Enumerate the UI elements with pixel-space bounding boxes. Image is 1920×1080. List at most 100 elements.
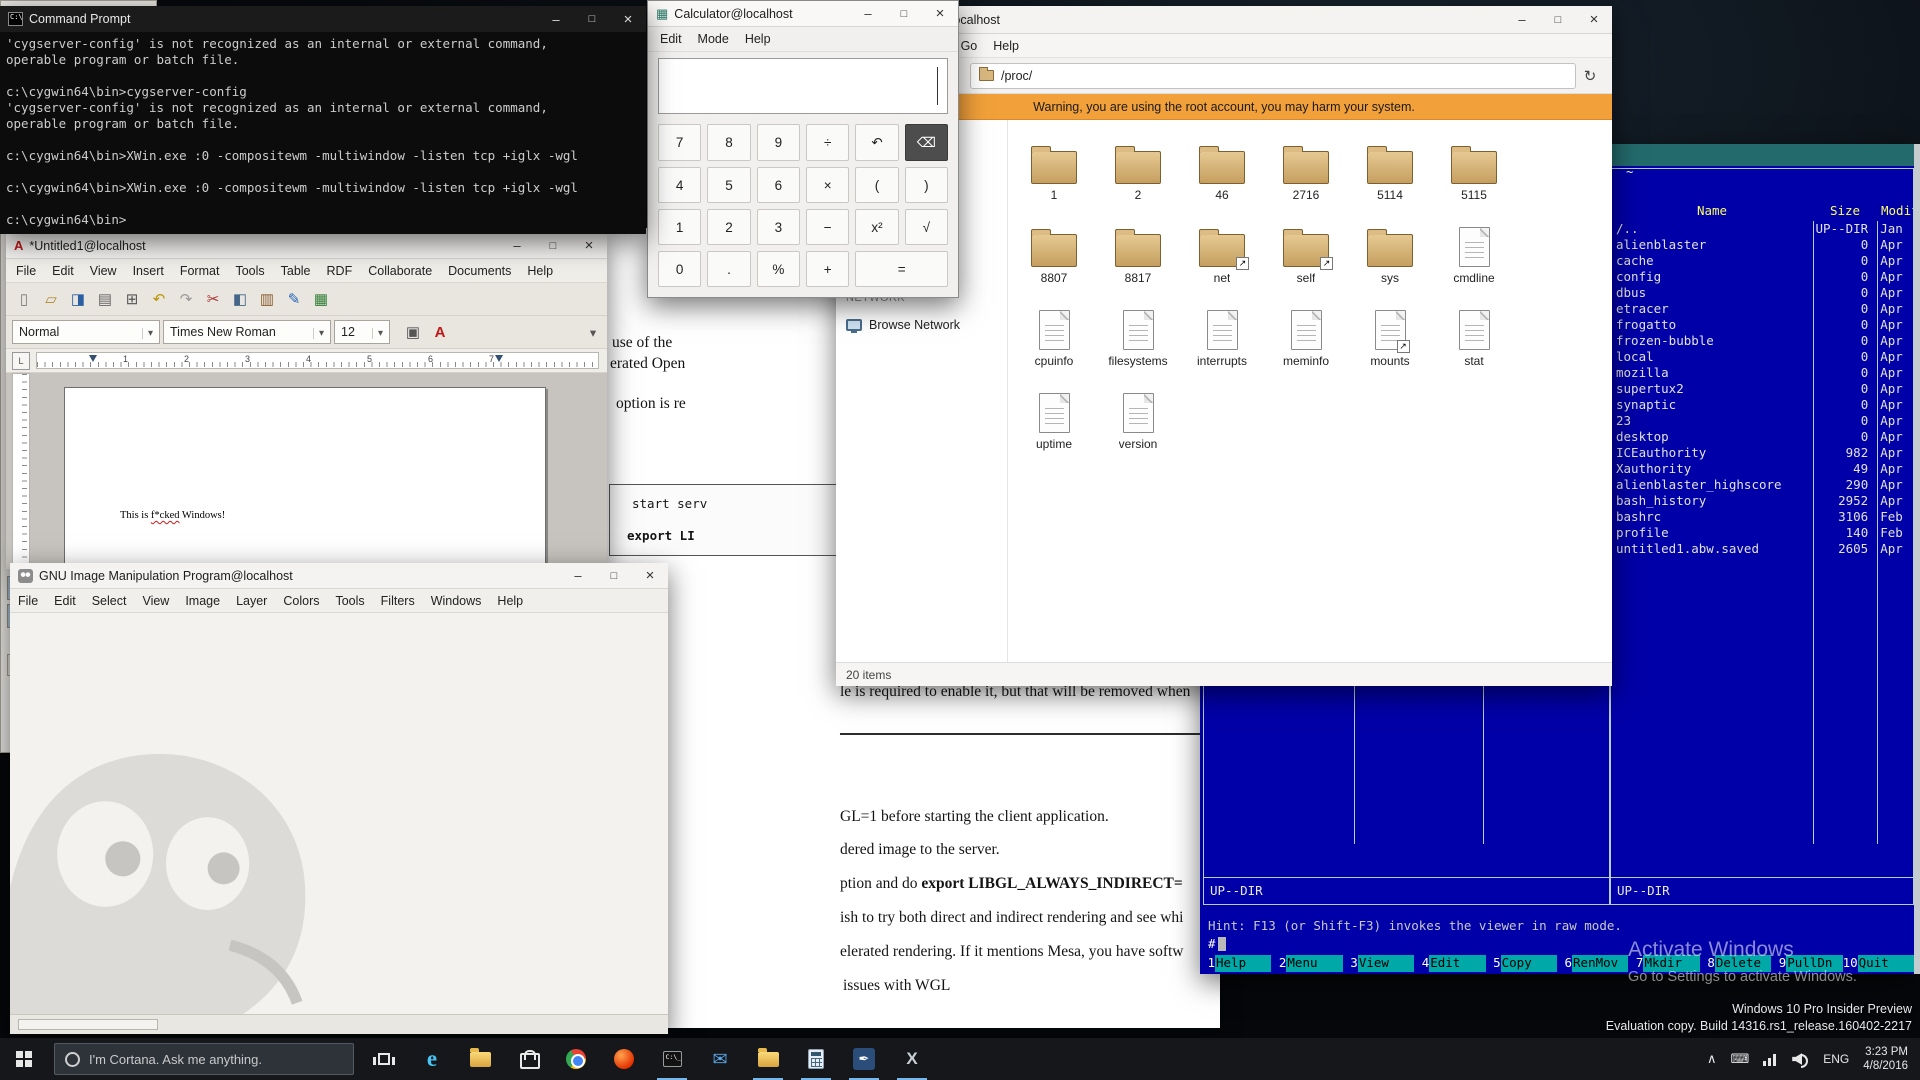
mc-file-row[interactable]: desktop 0 Apr (1612, 429, 1912, 445)
mc-file-row[interactable]: Xauthority 49 Apr (1612, 461, 1912, 477)
font-select[interactable]: Times New Roman (163, 320, 331, 344)
close-button[interactable] (922, 1, 958, 26)
xserver-icon[interactable]: X (888, 1038, 936, 1080)
calculator-key[interactable]: % (757, 251, 800, 287)
fm-item[interactable]: cpuinfo (1012, 306, 1096, 389)
gimp-canvas[interactable] (10, 613, 668, 1014)
mc-function-key[interactable]: 5Copy (1486, 955, 1557, 972)
sidebar-item-browse-network[interactable]: Browse Network (846, 318, 960, 332)
terminal-scrollbar[interactable] (1914, 144, 1920, 974)
close-button[interactable] (571, 233, 607, 258)
calculator-key[interactable]: x² (855, 209, 898, 245)
calculator-key[interactable]: × (806, 167, 849, 203)
fm-item[interactable]: ↗ net (1180, 223, 1264, 306)
menu-item[interactable]: File (8, 264, 44, 278)
fm-item[interactable]: filesystems (1096, 306, 1180, 389)
mc-file-row[interactable]: alienblaster_highscore 290 Apr (1612, 477, 1912, 493)
new-document-icon[interactable]: ▯ (12, 287, 36, 311)
calculator-key[interactable]: 0 (658, 251, 701, 287)
menu-item[interactable]: Image (177, 594, 228, 608)
menu-item[interactable]: Table (273, 264, 319, 278)
abiword-titlebar[interactable]: A *Untitled1@localhost (6, 233, 607, 259)
calculator-key[interactable]: 8 (707, 124, 750, 161)
calculator-key[interactable]: √ (905, 209, 948, 245)
fm-item[interactable]: interrupts (1180, 306, 1264, 389)
calculator-key[interactable]: ↶ (855, 124, 898, 161)
mc-function-key[interactable]: 2Menu (1271, 955, 1342, 972)
close-button[interactable] (1576, 6, 1612, 33)
menu-item[interactable]: Collaborate (360, 264, 440, 278)
open-icon[interactable]: ▱ (39, 287, 63, 311)
menu-item[interactable]: Layer (228, 594, 275, 608)
gimp-titlebar[interactable]: GNU Image Manipulation Program@localhost (10, 563, 668, 589)
start-button[interactable] (0, 1038, 48, 1080)
maximize-button[interactable] (886, 1, 922, 26)
calculator-key[interactable]: = (855, 251, 948, 287)
fm-item[interactable]: 5115 (1432, 140, 1516, 223)
font-size-select[interactable]: 12 (334, 320, 390, 344)
calculator-key[interactable]: ÷ (806, 124, 849, 161)
calculator-key[interactable]: 9 (757, 124, 800, 161)
toolbar-overflow-icon[interactable] (585, 325, 601, 340)
calculator-key[interactable]: ( (855, 167, 898, 203)
indent-marker[interactable] (89, 355, 97, 362)
size-header[interactable]: Size (1813, 203, 1877, 218)
terminal-output[interactable]: 'cygserver-config' is not recognized as … (0, 32, 646, 234)
store-icon[interactable] (504, 1038, 552, 1080)
menu-item[interactable]: View (82, 264, 125, 278)
fm-item[interactable]: meminfo (1264, 306, 1348, 389)
fm-item[interactable]: uptime (1012, 389, 1096, 472)
mtime-header[interactable]: Modify time (1881, 203, 1914, 218)
mc-right-panel[interactable]: ~ Name Size Modify time /.. UP--DIR Jan … (1610, 168, 1914, 905)
calculator-key[interactable]: . (707, 251, 750, 287)
folder-window-icon[interactable] (744, 1038, 792, 1080)
menu-item[interactable]: Filters (373, 594, 423, 608)
firefox-icon[interactable] (600, 1038, 648, 1080)
mc-file-row[interactable]: /.. UP--DIR Jan (1612, 221, 1912, 237)
file-explorer-icon[interactable] (456, 1038, 504, 1080)
menu-item[interactable]: Help (985, 39, 1027, 53)
calculator-icon[interactable] (792, 1038, 840, 1080)
format-painter-icon[interactable]: ✎ (282, 287, 306, 311)
print-preview-icon[interactable]: ▤ (93, 287, 117, 311)
copy-icon[interactable]: ◧ (228, 287, 252, 311)
fm-item[interactable]: ↗ mounts (1348, 306, 1432, 389)
fm-item[interactable]: 8807 (1012, 223, 1096, 306)
redo-icon[interactable]: ↷ (174, 287, 198, 311)
menu-item[interactable]: View (134, 594, 177, 608)
calculator-key[interactable]: 4 (658, 167, 701, 203)
mc-file-row[interactable]: bash_history 2952 Apr (1612, 493, 1912, 509)
menu-item[interactable]: Edit (652, 32, 690, 46)
minimize-button[interactable] (560, 563, 596, 588)
tray-chevron-icon[interactable]: ∧ (1707, 1051, 1717, 1067)
menu-item[interactable]: Help (489, 594, 531, 608)
volume-icon[interactable] (1792, 1052, 1809, 1066)
chrome-icon[interactable] (552, 1038, 600, 1080)
mc-file-row[interactable]: bashrc 3106 Feb (1612, 509, 1912, 525)
calculator-key[interactable]: 5 (707, 167, 750, 203)
fm-item[interactable]: ↗ self (1264, 223, 1348, 306)
cmd-icon[interactable] (648, 1038, 696, 1080)
ruler-corner-button[interactable]: L (12, 352, 30, 370)
mc-file-row[interactable]: 23 0 Apr (1612, 413, 1912, 429)
calculator-key[interactable]: ⌫ (905, 124, 948, 161)
cmd-titlebar[interactable]: C:\ Command Prompt (0, 6, 646, 32)
fm-item[interactable]: 46 (1180, 140, 1264, 223)
maximize-button[interactable] (574, 6, 610, 32)
minimize-button[interactable] (499, 233, 535, 258)
mc-file-row[interactable]: synaptic 0 Apr (1612, 397, 1912, 413)
margin-marker[interactable] (495, 355, 503, 362)
fm-item[interactable]: 8817 (1096, 223, 1180, 306)
menu-item[interactable]: Edit (46, 594, 84, 608)
insert-table-icon[interactable]: ▦ (309, 287, 333, 311)
calculator-key[interactable]: − (806, 209, 849, 245)
horizontal-ruler[interactable]: L 1234567 (6, 349, 607, 373)
mc-file-row[interactable]: frogatto 0 Apr (1612, 317, 1912, 333)
mc-function-key[interactable]: 4Edit (1414, 955, 1485, 972)
calculator-key[interactable]: 7 (658, 124, 701, 161)
mc-file-row[interactable]: untitled1.abw.saved 2605 Apr (1612, 541, 1912, 557)
maximize-button[interactable] (596, 563, 632, 588)
mc-function-key[interactable]: 9PullDn (1771, 955, 1842, 972)
menu-item[interactable]: Edit (44, 264, 82, 278)
calculator-titlebar[interactable]: ▦ Calculator@localhost (648, 1, 958, 27)
